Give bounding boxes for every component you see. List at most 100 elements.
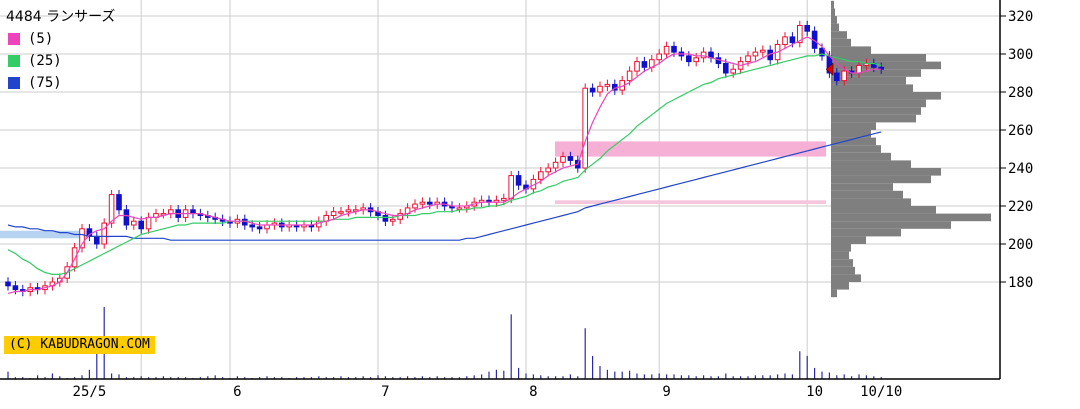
candle-body [138,220,144,230]
candle-body [71,247,78,268]
volume-bar [828,372,830,379]
volume-bar [495,369,497,379]
x-tick-label: 10 [806,384,823,400]
candle-body [597,85,603,93]
profile-bar [831,266,855,275]
profile-bar [831,198,911,206]
x-tick-label: 25/5 [73,384,107,400]
profile-bar [831,145,881,153]
volume-bar [518,367,520,379]
candle-body [856,64,862,74]
candlestick-chart: 180 200 220 240 260 280 300 320 25/5 6 7 8 9 10 10/10 [0,0,1033,400]
candle-body [123,209,130,226]
candle-body [412,203,418,209]
profile-bar [831,152,891,161]
x-tick-label: 6 [233,384,241,400]
volume-bar [621,371,623,379]
candle-body [256,226,263,230]
candle-body [686,55,692,63]
candle-body [626,70,633,82]
candle-body [693,57,700,63]
profile-bar [831,168,941,176]
volume-bar [525,373,527,379]
volume-bar [606,369,608,379]
candle-body [145,216,152,230]
volume-bar [592,355,594,379]
candle-body [515,175,522,186]
candle-body [582,87,589,169]
x-tick-label: 7 [381,384,389,400]
volume-bar [7,371,9,379]
candle-body [94,235,100,245]
legend-item-ma75: (75) [6,72,115,94]
profile-bar [831,0,834,9]
profile-bar [831,221,951,229]
profile-bar [831,183,893,191]
y-tick-label: 300 [1008,47,1033,63]
volume-bar [614,371,616,379]
x-tick-label: 10/10 [860,384,902,400]
y-tick-label: 200 [1008,237,1033,253]
legend-label-ma5: (5) [28,31,54,47]
y-tick-label: 320 [1008,9,1033,25]
profile-bar [831,251,849,260]
candle-body [567,156,574,161]
volume-bar [584,328,586,379]
legend-item-ma25: (25) [6,50,115,72]
candle-body [508,175,514,199]
candle-body [730,68,737,74]
volume-bar [636,373,638,379]
profile-bar [831,23,839,32]
candle-body [760,49,766,53]
candle-body [501,197,507,201]
candle-body [804,25,811,32]
volume-profile [831,0,991,298]
profile-bar [831,84,913,92]
candle-body [834,72,840,82]
candle-body [419,201,426,205]
profile-bar [831,114,916,123]
profile-bar [831,107,921,115]
price-zone [555,141,826,157]
volume-bar [814,367,816,379]
candle-body [101,222,108,245]
profile-bar [831,259,853,267]
legend-label-ma25: (25) [28,53,62,69]
profile-bar [831,31,847,39]
volume-bar [784,373,786,379]
profile-bar [831,175,931,184]
candle-body [12,285,19,291]
candle-body [427,201,433,205]
y-tick-label: 240 [1008,161,1033,177]
candle-body [841,70,848,82]
volume-bar [599,366,601,379]
profile-bar [831,99,926,108]
profile-bar [831,46,871,54]
candle-body [560,156,566,163]
volume-bar [658,373,660,379]
candle-body [456,207,463,210]
profile-bar [831,160,911,168]
y-tick-label: 260 [1008,123,1033,139]
credit-label: (C) KABUDRAGON.COM [4,336,155,354]
volume-bar [488,371,490,379]
candle-body [338,211,344,214]
profile-bar [831,190,903,199]
candle-body [752,51,759,57]
candle-body [782,36,788,46]
ma25-line [7,53,882,275]
candle-body [5,281,11,287]
legend-swatch-ma75 [8,77,20,89]
profile-bar [831,244,851,252]
x-tick-label: 8 [529,384,537,400]
candle-body [116,194,122,211]
candle-body [656,53,663,61]
candle-body [131,220,137,226]
profile-bar [831,61,941,70]
profile-bar [831,236,866,244]
candle-body [700,51,707,59]
volume-bar [806,355,808,379]
candle-body [552,161,559,169]
candle-body [545,167,552,173]
candle-body [108,194,115,224]
